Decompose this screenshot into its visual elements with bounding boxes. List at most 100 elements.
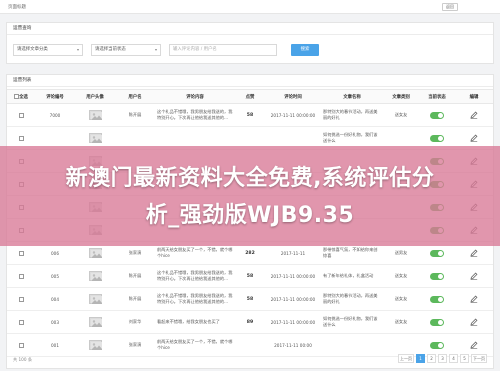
row-select-cell <box>7 264 35 288</box>
chevron-down-icon <box>77 49 79 51</box>
comment-time: 2017-11-11 00:00:00 <box>265 103 321 127</box>
column-header: 编辑 <box>455 89 493 104</box>
page-button[interactable]: 上一页 <box>398 354 414 363</box>
article-name: 如何挑选一份好礼物，我们该送什么 <box>321 310 383 334</box>
edit-cell <box>455 310 493 334</box>
row-checkbox[interactable] <box>18 112 24 118</box>
row-select-cell <box>7 310 35 334</box>
like-count: 58 <box>235 264 265 288</box>
page-button[interactable]: 5 <box>460 354 469 363</box>
row-checkbox[interactable] <box>18 342 24 348</box>
status-cell <box>419 287 455 311</box>
column-header: 当前状态 <box>419 89 455 104</box>
edit-icon[interactable] <box>470 341 478 350</box>
image-icon <box>88 110 102 120</box>
top-bar: 页面标题 返回 <box>0 0 500 14</box>
pagination-info: 共 100 条 <box>13 357 33 362</box>
article-name: 那特别大的春节活动，再送美丽的好礼 <box>321 103 383 127</box>
comment-time: 2017-11-11 00:00:00 <box>265 264 321 288</box>
like-count: 89 <box>235 310 265 334</box>
watermark-banner: 新澳门最新资料大全免费,系统评估分 析_强劲版WJB9.35 <box>0 146 500 246</box>
avatar-cell <box>75 103 115 127</box>
article-category: 送女友 <box>383 264 419 288</box>
row-checkbox[interactable] <box>18 135 24 141</box>
category-select[interactable]: 请选择文章分类 <box>13 44 83 56</box>
column-header: 评论编号 <box>35 89 75 104</box>
table-header-row: 全选 评论编号 用户头像 用户名 评论内容 点赞 评论时间 文章名称 文章类别 当前状态 编辑 <box>7 89 493 104</box>
column-header: 评论内容 <box>155 89 235 104</box>
user-name: 刘家华 <box>115 310 155 334</box>
row-select-cell <box>7 287 35 311</box>
status-cell <box>419 310 455 334</box>
avatar-cell <box>75 310 115 334</box>
select-all-label: 全选 <box>19 94 28 100</box>
chevron-down-icon <box>155 49 157 51</box>
edit-icon[interactable] <box>470 295 478 304</box>
article-name: 那特别大的春节活动，再送美丽的好礼 <box>321 287 383 311</box>
column-header: 评论时间 <box>265 89 321 104</box>
search-button[interactable]: 搜索 <box>291 44 319 56</box>
page-button[interactable]: 3 <box>438 354 447 363</box>
image-icon <box>88 340 102 350</box>
status-toggle[interactable] <box>430 341 444 349</box>
column-header: 用户名 <box>115 89 155 104</box>
back-button[interactable]: 返回 <box>442 3 458 11</box>
edit-icon[interactable] <box>470 134 478 143</box>
edit-cell <box>455 103 493 127</box>
page-button[interactable]: 2 <box>427 354 436 363</box>
like-count: 58 <box>235 103 265 127</box>
comment-id: 003 <box>35 310 75 334</box>
pagination-pages: 上一页 1 2 3 4 5 下一页 <box>398 354 487 363</box>
comment-content: 这个礼品不错哦，我男朋友给我送的，我特别开心。下次再让他给我送其他的... <box>155 287 235 311</box>
status-toggle[interactable] <box>430 134 444 142</box>
like-count: 58 <box>235 287 265 311</box>
column-header: 用户头像 <box>75 89 115 104</box>
breadcrumb: 页面标题 <box>8 5 26 10</box>
edit-cell <box>455 264 493 288</box>
column-header: 文章名称 <box>321 89 383 104</box>
keyword-input[interactable]: 输入评论内容 / 用户名 <box>169 44 277 56</box>
status-select[interactable]: 请选择当前状态 <box>91 44 161 56</box>
list-panel-title: 运营列表 <box>7 75 493 87</box>
status-toggle[interactable] <box>430 318 444 326</box>
row-checkbox[interactable] <box>18 296 24 302</box>
status-cell <box>419 103 455 127</box>
avatar-cell <box>75 287 115 311</box>
table-row: 7000 陈开展 这个礼品不错哦，我男朋友给我送的，我特别开心。下次再让他给我送其他… <box>7 103 493 127</box>
watermark-line-2: 析_强劲版WJB9.35 <box>145 203 355 228</box>
status-toggle[interactable] <box>430 249 444 257</box>
user-name: 陈开展 <box>115 287 155 311</box>
row-checkbox[interactable] <box>18 250 24 256</box>
edit-icon[interactable] <box>470 272 478 281</box>
avatar-cell <box>75 264 115 288</box>
image-icon <box>88 248 102 258</box>
page-button[interactable]: 1 <box>416 354 425 363</box>
comment-content: 这个礼品不错哦，我男朋友给我送的，我特别开心。下次再让他给我送其他的... <box>155 103 235 127</box>
page-button[interactable]: 下一页 <box>471 354 487 363</box>
table-row: 004 陈开展 这个礼品不错哦，我男朋友给我送的，我特别开心。下次再让他给我送其他的… <box>7 287 493 311</box>
row-checkbox[interactable] <box>18 273 24 279</box>
article-category: 送女友 <box>383 103 419 127</box>
comment-content: 这个礼品不错哦，我男朋友给我送的，我特别开心。下次再让他给我送其他的... <box>155 264 235 288</box>
status-toggle[interactable] <box>430 111 444 119</box>
table-row: 003 刘家华 看起来不错哦，给我女朋友也买了 89 2017-11-11 00:00:… <box>7 310 493 334</box>
row-checkbox[interactable] <box>18 319 24 325</box>
image-icon <box>88 133 102 143</box>
comment-time: 2017-11-11 00:00:00 <box>265 287 321 311</box>
image-icon <box>88 294 102 304</box>
user-name: 陈开展 <box>115 264 155 288</box>
status-toggle[interactable] <box>430 272 444 280</box>
edit-icon[interactable] <box>470 111 478 120</box>
pagination: 共 100 条 上一页 1 2 3 4 5 下一页 <box>13 353 487 365</box>
edit-icon[interactable] <box>470 318 478 327</box>
page-button[interactable]: 4 <box>449 354 458 363</box>
article-category: 送女友 <box>383 287 419 311</box>
image-icon <box>88 271 102 281</box>
search-panel: 运营查询 请选择文章分类 请选择当前状态 输入评论内容 / 用户名 搜索 <box>6 22 494 64</box>
status-cell <box>419 264 455 288</box>
edit-icon[interactable] <box>470 249 478 258</box>
watermark-line-1: 新澳门最新资料大全免费,系统评估分 <box>65 166 435 191</box>
comment-id: 004 <box>35 287 75 311</box>
status-toggle[interactable] <box>430 295 444 303</box>
edit-cell <box>455 287 493 311</box>
